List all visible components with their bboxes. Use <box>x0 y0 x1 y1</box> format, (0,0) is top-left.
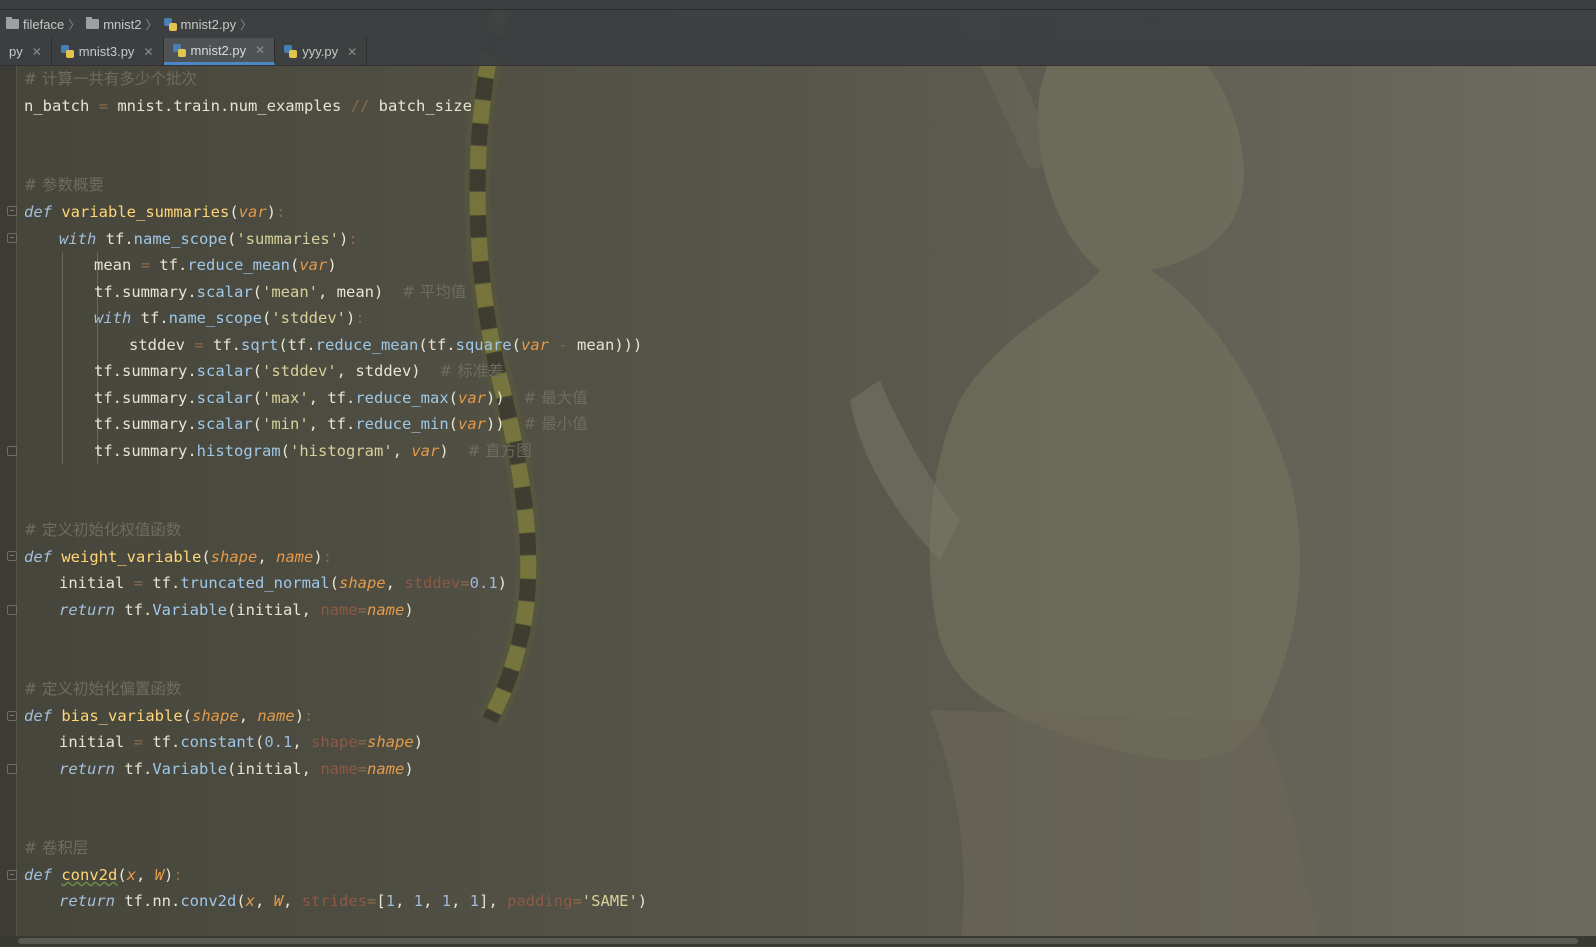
code-line: with tf.name_scope('stddev'): <box>94 309 365 327</box>
tab-yyy[interactable]: yyy.py ✕ <box>275 38 368 65</box>
menu-bar[interactable] <box>0 0 1596 10</box>
breadcrumb-label: mnist2.py <box>180 16 237 32</box>
breadcrumb-item-file[interactable]: mnist2.py <box>158 17 241 32</box>
code-line: initial = tf.constant(0.1, shape=shape) <box>59 733 424 751</box>
code-line: with tf.name_scope('summaries'): <box>59 230 358 248</box>
code-line: def variable_summaries(var): <box>24 203 286 221</box>
close-icon[interactable]: ✕ <box>143 45 153 59</box>
close-icon[interactable]: ✕ <box>347 45 357 59</box>
code-line: stddev = tf.sqrt(tf.reduce_mean(tf.squar… <box>129 336 643 354</box>
python-file-icon <box>163 17 177 31</box>
breadcrumb: fileface 〉 mnist2 〉 mnist2.py 〉 <box>0 10 1596 38</box>
close-icon[interactable]: ✕ <box>255 43 265 57</box>
python-file-icon <box>284 45 298 58</box>
indent-guide <box>97 331 98 357</box>
breadcrumb-separator-icon: 〉 <box>68 17 81 32</box>
code-line: tf.summary.scalar('stddev', stddev) # 标准… <box>94 362 504 380</box>
tab-label: mnist3.py <box>78 44 135 59</box>
code-line: mean = tf.reduce_mean(var) <box>94 256 337 274</box>
breadcrumb-label: fileface <box>23 16 65 32</box>
indent-guide <box>62 252 63 464</box>
breadcrumb-label: mnist2 <box>103 16 142 32</box>
tab-py[interactable]: py ✕ <box>0 38 52 65</box>
fold-marker-icon[interactable] <box>7 551 17 561</box>
python-file-icon <box>60 45 74 58</box>
tab-label: mnist2.py <box>190 42 247 58</box>
breadcrumb-separator-icon: 〉 <box>145 17 158 32</box>
breadcrumb-item-mnist2[interactable]: mnist2 <box>80 17 145 32</box>
tab-label: py <box>9 44 23 59</box>
code-line: tf.summary.scalar('max', tf.reduce_max(v… <box>94 389 588 407</box>
editor-tab-bar: py ✕ mnist3.py ✕ mnist2.py ✕ yyy.py ✕ <box>0 38 1596 66</box>
fold-marker-icon[interactable] <box>7 446 17 456</box>
close-icon[interactable]: ✕ <box>32 45 42 59</box>
fold-marker-icon[interactable] <box>7 870 17 880</box>
code-line: # 定义初始化权值函数 <box>24 521 182 539</box>
tab-mnist3[interactable]: mnist3.py ✕ <box>52 38 164 65</box>
fold-marker-icon[interactable] <box>7 711 17 721</box>
scrollbar-thumb[interactable] <box>18 938 1578 944</box>
code-line: return tf.nn.conv2d(x, W, strides=[1, 1,… <box>59 892 648 910</box>
fold-marker-icon[interactable] <box>7 605 17 615</box>
code-line: return tf.Variable(initial, name=name) <box>59 601 414 619</box>
code-line: tf.summary.scalar('min', tf.reduce_min(v… <box>94 415 588 433</box>
tab-label: yyy.py <box>302 44 339 59</box>
horizontal-scrollbar[interactable] <box>0 936 1596 947</box>
code-line: n_batch = mnist.train.num_examples // ba… <box>24 97 472 115</box>
breadcrumb-item-fileface[interactable]: fileface <box>0 17 68 32</box>
folder-icon <box>86 17 100 29</box>
editor-gutter[interactable] <box>0 66 17 947</box>
python-file-icon <box>172 43 186 57</box>
code-line: def conv2d(x, W): <box>24 866 183 884</box>
code-line: return tf.Variable(initial, name=name) <box>59 760 414 778</box>
code-line: # 卷积层 <box>24 839 89 857</box>
breadcrumb-separator-icon: 〉 <box>240 17 253 32</box>
code-line: def bias_variable(shape, name): <box>24 707 314 725</box>
code-line: tf.summary.histogram('histogram', var) #… <box>94 442 532 460</box>
code-editor[interactable]: # 计算一共有多少个批次 n_batch = mnist.train.num_e… <box>24 66 1584 936</box>
code-line: # 参数概要 <box>24 176 104 194</box>
fold-marker-icon[interactable] <box>7 206 17 216</box>
code-line: # 计算一共有多少个批次 <box>24 70 197 88</box>
fold-marker-icon[interactable] <box>7 764 17 774</box>
tab-mnist2[interactable]: mnist2.py ✕ <box>163 38 276 65</box>
code-line: def weight_variable(shape, name): <box>24 548 333 566</box>
code-line: # 定义初始化偏置函数 <box>24 680 182 698</box>
fold-marker-icon[interactable] <box>7 233 17 243</box>
code-line: tf.summary.scalar('mean', mean) # 平均值 <box>94 283 467 301</box>
folder-icon <box>6 17 19 29</box>
code-line: initial = tf.truncated_normal(shape, std… <box>59 574 508 592</box>
